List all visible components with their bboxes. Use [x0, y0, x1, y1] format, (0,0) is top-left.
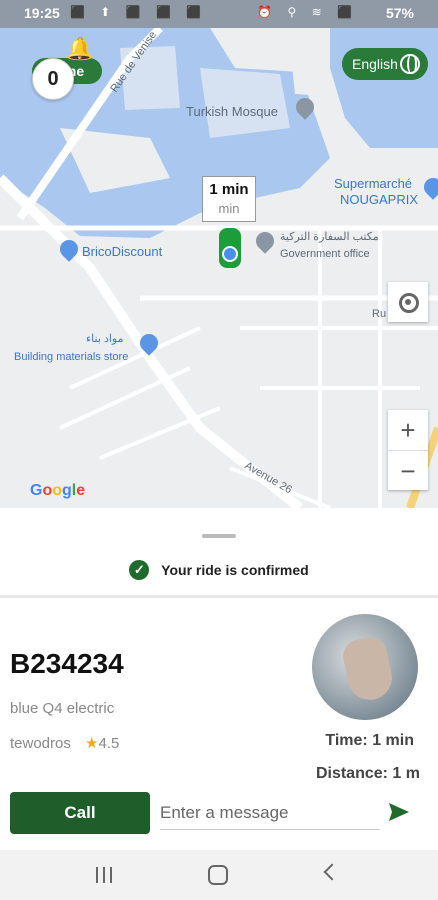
back-icon[interactable] [323, 863, 341, 881]
vehicle-description: blue Q4 electric [10, 700, 115, 717]
alarm-bell-icon[interactable]: 🔔 [66, 36, 93, 62]
poi-label-gov: Government office [280, 248, 370, 260]
zoom-out-button[interactable]: − [388, 450, 428, 490]
my-location-dot [222, 246, 238, 262]
language-button[interactable]: English [342, 48, 428, 80]
zoom-controls: + − [388, 410, 428, 490]
eta-unit: min [218, 201, 240, 216]
map-background [0, 28, 438, 508]
street-label-ru: Ru [372, 308, 387, 320]
map-view[interactable]: Rue de Venise Turkish Mosque Supermarché… [0, 28, 438, 508]
system-nav-bar [0, 850, 438, 900]
poi-label-nouga: NOUGAPRIX [340, 192, 419, 207]
home-icon[interactable] [208, 865, 228, 885]
notification-icons: ⬛ ⬆ ⬛ ⬛ ⬛ [70, 5, 208, 19]
zoom-in-button[interactable]: + [388, 410, 428, 450]
system-icons: ⏰ ⚲ ≋ ⬛ [257, 5, 358, 19]
eta-bubble: 1 min min [202, 176, 256, 222]
star-icon: ★ [85, 735, 99, 752]
globe-icon [400, 54, 420, 74]
poi-label-embassy-ar: مكتب السفارة التركية [280, 231, 379, 243]
divider [0, 595, 438, 598]
ride-status: ✓ Your ride is confirmed [0, 560, 438, 588]
poi-label-arabic-materials: مواد بناء [86, 333, 124, 345]
avatar-photo [340, 634, 396, 704]
battery-level: 57% [385, 5, 414, 21]
driver-info: tewodros ★4.5 [10, 734, 119, 752]
call-button[interactable]: Call [10, 792, 150, 834]
check-circle-icon: ✓ [129, 560, 150, 580]
poi-label-super: Supermarché [334, 176, 413, 191]
poi-label-building: Building materials store [14, 351, 129, 363]
status-time: 19:25 [24, 5, 60, 21]
ride-distance: Distance: 1 m [315, 765, 420, 782]
my-location-button[interactable] [388, 282, 428, 322]
sheet-drag-handle[interactable] [202, 534, 236, 538]
status-bar: 19:25 ⬛ ⬆ ⬛ ⬛ ⬛ ⏰ ⚲ ≋ ⬛ 57% [0, 0, 438, 28]
driver-name: tewodros [10, 735, 71, 752]
driver-avatar[interactable] [312, 614, 418, 720]
notification-count-badge[interactable]: 0 [32, 58, 74, 100]
poi-label-brico: BricoDiscount [82, 244, 163, 259]
ride-status-text: Your ride is confirmed [161, 562, 309, 578]
ride-time: Time: 1 min [325, 732, 414, 749]
eta-value: 1 min [209, 181, 249, 198]
message-input[interactable] [160, 796, 380, 830]
language-label: English [352, 56, 398, 72]
driver-rating: 4.5 [98, 735, 120, 752]
license-plate: B234234 [10, 648, 124, 679]
poi-label-mosque: Turkish Mosque [186, 104, 278, 119]
send-icon[interactable] [388, 802, 410, 822]
recents-icon[interactable] [94, 867, 114, 883]
google-logo: Google [30, 482, 86, 499]
